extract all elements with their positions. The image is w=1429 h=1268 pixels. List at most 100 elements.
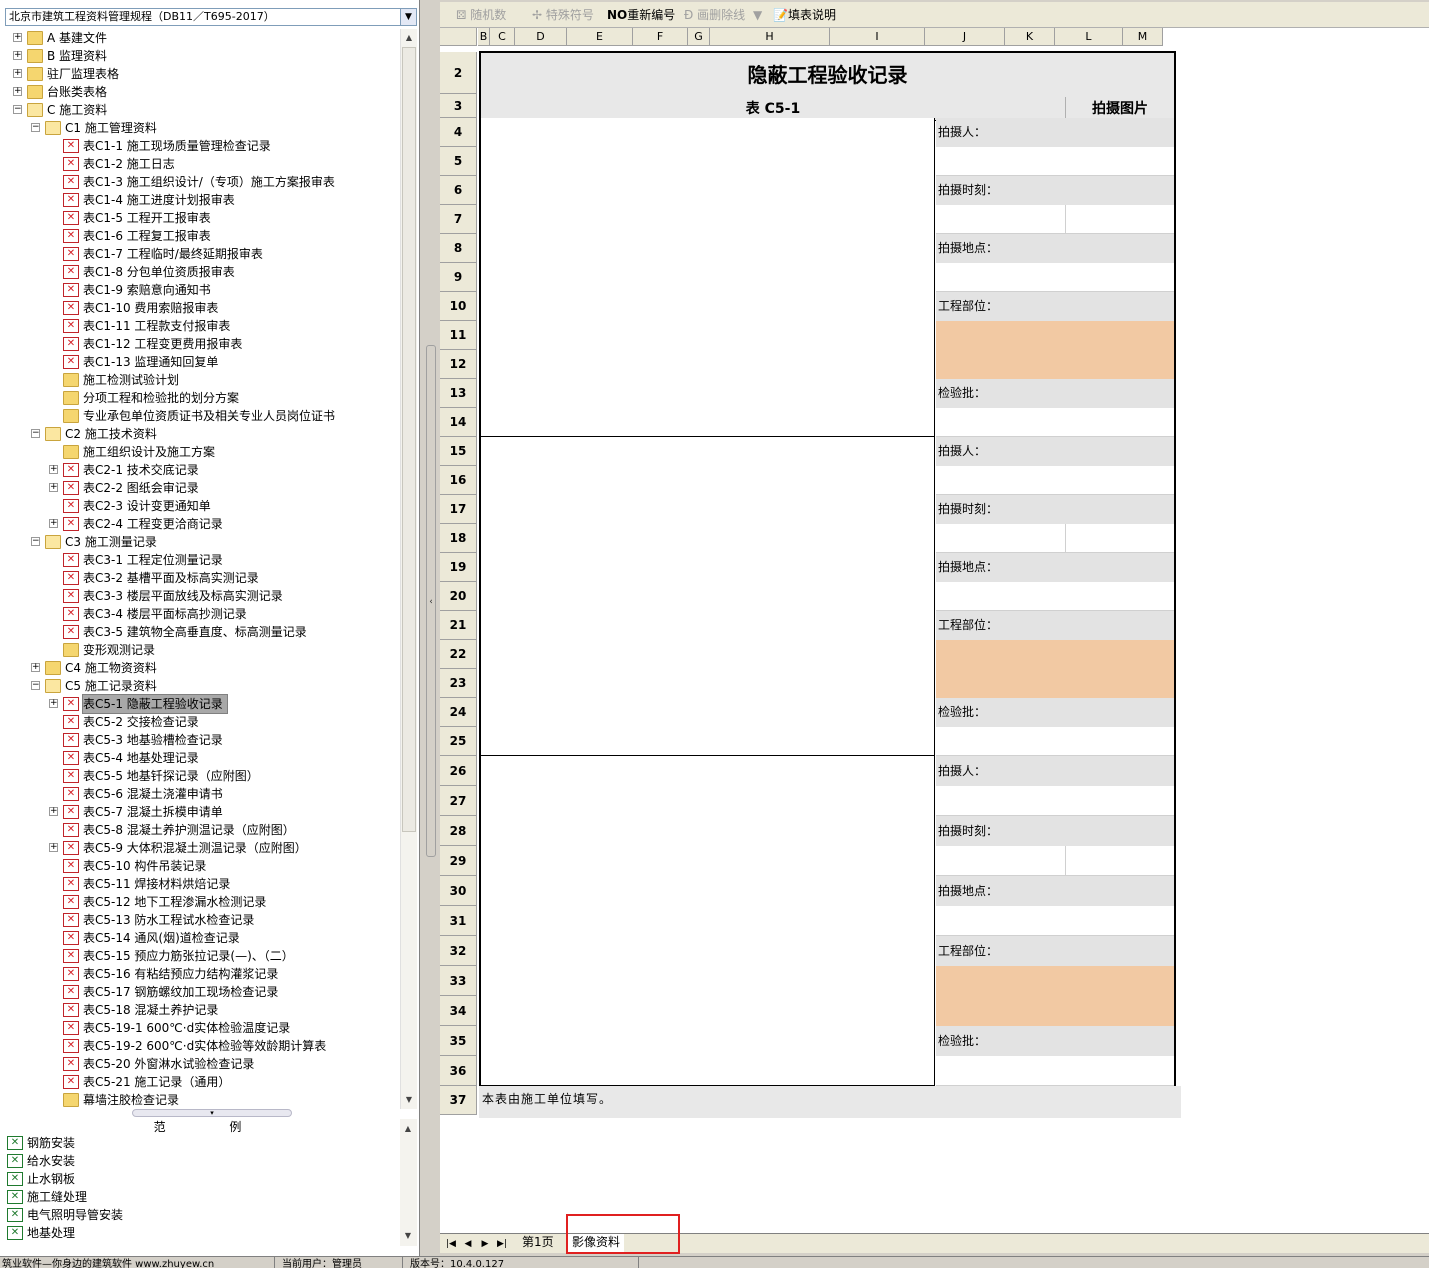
row-header[interactable]: 17 xyxy=(440,495,477,524)
column-header[interactable]: B xyxy=(478,28,490,46)
row-header[interactable]: 23 xyxy=(440,669,477,698)
tree-item[interactable]: 变形观测记录 xyxy=(5,641,400,659)
tree-item[interactable]: ✕ 表C5-8 混凝土养护测温记录（应附图） xyxy=(5,821,400,839)
row-header[interactable]: 31 xyxy=(440,906,477,936)
tree-item[interactable]: ✕ 表C5-16 有粘结预应力结构灌浆记录 xyxy=(5,965,400,983)
location-input[interactable] xyxy=(936,350,1174,379)
tree-item[interactable]: ✕ 表C5-19-2 600℃·d实体检验等效龄期计算表 xyxy=(5,1037,400,1055)
value-input[interactable] xyxy=(936,408,1174,437)
scroll-up-icon[interactable]: ▲ xyxy=(402,30,416,46)
row-header[interactable]: 11 xyxy=(440,321,477,350)
row-header[interactable]: 10 xyxy=(440,292,477,321)
tree-item[interactable]: + B 监理资料 xyxy=(5,47,400,65)
document-tree[interactable]: + A 基建文件 + B 监理资料 + 驻厂监理表格 + 台账类表格 − C 施工资料 − C1 施工… xyxy=(5,29,400,1109)
scroll-up-icon[interactable]: ▲ xyxy=(401,1121,415,1137)
row-header[interactable]: 9 xyxy=(440,263,477,292)
tree-item[interactable]: ✕ 表C1-6 工程复工报审表 xyxy=(5,227,400,245)
column-header[interactable]: M xyxy=(1123,28,1163,46)
tree-item[interactable]: ✕ 表C1-5 工程开工报审表 xyxy=(5,209,400,227)
row-header[interactable]: 6 xyxy=(440,176,477,205)
panel-resize-handle[interactable]: ▾ xyxy=(132,1109,292,1117)
tree-item[interactable]: − C1 施工管理资料 xyxy=(5,119,400,137)
tree-item[interactable]: ✕ 表C1-2 施工日志 xyxy=(5,155,400,173)
random-data-button[interactable]: ⚄ 随机数 xyxy=(456,6,506,24)
row-header[interactable]: 21 xyxy=(440,611,477,640)
row-header[interactable]: 20 xyxy=(440,582,477,611)
row-header[interactable]: 34 xyxy=(440,996,477,1026)
tree-item[interactable]: 施工组织设计及施工方案 xyxy=(5,443,400,461)
photo-area[interactable] xyxy=(481,756,935,1086)
tree-item[interactable]: ✕ 表C5-17 钢筋螺纹加工现场检查记录 xyxy=(5,983,400,1001)
tree-item[interactable]: 专业承包单位资质证书及相关专业人员岗位证书 xyxy=(5,407,400,425)
row-header[interactable]: 22 xyxy=(440,640,477,669)
tree-item[interactable]: ✕ 表C5-4 地基处理记录 xyxy=(5,749,400,767)
tree-item[interactable]: ✕ 表C5-20 外窗淋水试验检查记录 xyxy=(5,1055,400,1073)
examples-list[interactable]: ✕ 钢筋安装 ✕ 给水安装 ✕ 止水钢板 ✕ 施工缝处理 ✕ 电气照明导管安装 ✕ 地基处理 xyxy=(5,1134,400,1244)
tree-item[interactable]: + 台账类表格 xyxy=(5,83,400,101)
expand-icon[interactable]: + xyxy=(13,33,22,42)
tree-item[interactable]: ✕ 表C5-5 地基钎探记录（应附图） xyxy=(5,767,400,785)
prev-sheet-icon[interactable]: ◀ xyxy=(461,1237,475,1251)
tree-item[interactable]: ✕ 表C3-1 工程定位测量记录 xyxy=(5,551,400,569)
last-sheet-icon[interactable]: ▶| xyxy=(495,1237,509,1251)
row-header[interactable]: 37 xyxy=(440,1086,477,1115)
chevron-down-icon[interactable]: ▼ xyxy=(400,9,416,25)
expand-icon[interactable]: + xyxy=(49,483,58,492)
collapse-icon[interactable]: − xyxy=(31,537,40,546)
example-item[interactable]: ✕ 施工缝处理 xyxy=(5,1188,400,1206)
row-header[interactable]: 28 xyxy=(440,816,477,846)
location-input[interactable] xyxy=(936,321,1174,350)
scroll-down-icon[interactable]: ▼ xyxy=(401,1228,415,1244)
tree-item[interactable]: ✕ 表C5-19-1 600℃·d实体检验温度记录 xyxy=(5,1019,400,1037)
tree-item[interactable]: + ✕ 表C5-9 大体积混凝土测温记录（应附图） xyxy=(5,839,400,857)
strikeout-button[interactable]: Ð 画删除线 xyxy=(684,6,745,24)
column-header[interactable]: L xyxy=(1055,28,1123,46)
tree-item[interactable]: 分项工程和检验批的划分方案 xyxy=(5,389,400,407)
tree-item[interactable]: ✕ 表C5-21 施工记录（通用） xyxy=(5,1073,400,1091)
tree-item[interactable]: ✕ 表C5-10 构件吊装记录 xyxy=(5,857,400,875)
expand-icon[interactable]: + xyxy=(13,69,22,78)
tree-item[interactable]: ✕ 表C5-11 焊接材料烘焙记录 xyxy=(5,875,400,893)
tree-item[interactable]: ✕ 表C5-2 交接检查记录 xyxy=(5,713,400,731)
strikeout-dropdown[interactable]: ▼ xyxy=(753,6,762,24)
row-header[interactable]: 18 xyxy=(440,524,477,553)
next-sheet-icon[interactable]: ▶ xyxy=(478,1237,492,1251)
tree-item[interactable]: ✕ 表C1-13 监理通知回复单 xyxy=(5,353,400,371)
example-item[interactable]: ✕ 钢筋安装 xyxy=(5,1134,400,1152)
tree-item[interactable]: ✕ 表C5-3 地基验槽检查记录 xyxy=(5,731,400,749)
tree-scroll-thumb[interactable] xyxy=(402,47,416,832)
row-header[interactable]: 29 xyxy=(440,846,477,876)
example-item[interactable]: ✕ 止水钢板 xyxy=(5,1170,400,1188)
column-header[interactable]: G xyxy=(688,28,710,46)
column-header[interactable]: I xyxy=(830,28,925,46)
value-input[interactable] xyxy=(936,466,1174,495)
value-input[interactable] xyxy=(936,147,1174,176)
tree-item[interactable]: + C4 施工物资资料 xyxy=(5,659,400,677)
tree-item[interactable]: ✕ 表C1-12 工程变更费用报审表 xyxy=(5,335,400,353)
row-header[interactable]: 36 xyxy=(440,1056,477,1086)
photo-area[interactable] xyxy=(481,437,935,756)
example-item[interactable]: ✕ 地基处理 xyxy=(5,1224,400,1242)
row-header[interactable]: 16 xyxy=(440,466,477,495)
location-input[interactable] xyxy=(936,669,1174,698)
tree-item[interactable]: ✕ 表C1-9 索赔意向通知书 xyxy=(5,281,400,299)
expand-icon[interactable]: + xyxy=(13,51,22,60)
tree-item[interactable]: ✕ 表C3-3 楼层平面放线及标高实测记录 xyxy=(5,587,400,605)
column-header[interactable]: E xyxy=(567,28,633,46)
tree-item[interactable]: + A 基建文件 xyxy=(5,29,400,47)
tree-item[interactable]: − C2 施工技术资料 xyxy=(5,425,400,443)
row-header[interactable]: 3 xyxy=(440,94,477,118)
tree-item[interactable]: − C5 施工记录资料 xyxy=(5,677,400,695)
example-item[interactable]: ✕ 给水安装 xyxy=(5,1152,400,1170)
row-header[interactable]: 35 xyxy=(440,1026,477,1056)
collapse-icon[interactable]: − xyxy=(31,681,40,690)
expand-icon[interactable]: + xyxy=(49,699,58,708)
location-input[interactable] xyxy=(936,640,1174,669)
value-input[interactable] xyxy=(936,582,1174,611)
value-input[interactable] xyxy=(936,263,1174,292)
special-symbol-button[interactable]: ✢ 特殊符号 xyxy=(532,6,594,24)
tree-item[interactable]: ✕ 表C5-6 混凝土浇灌申请书 xyxy=(5,785,400,803)
expand-icon[interactable]: + xyxy=(49,807,58,816)
column-header[interactable]: C xyxy=(490,28,515,46)
tree-item[interactable]: ✕ 表C5-15 预应力筋张拉记录(—)、（二） xyxy=(5,947,400,965)
